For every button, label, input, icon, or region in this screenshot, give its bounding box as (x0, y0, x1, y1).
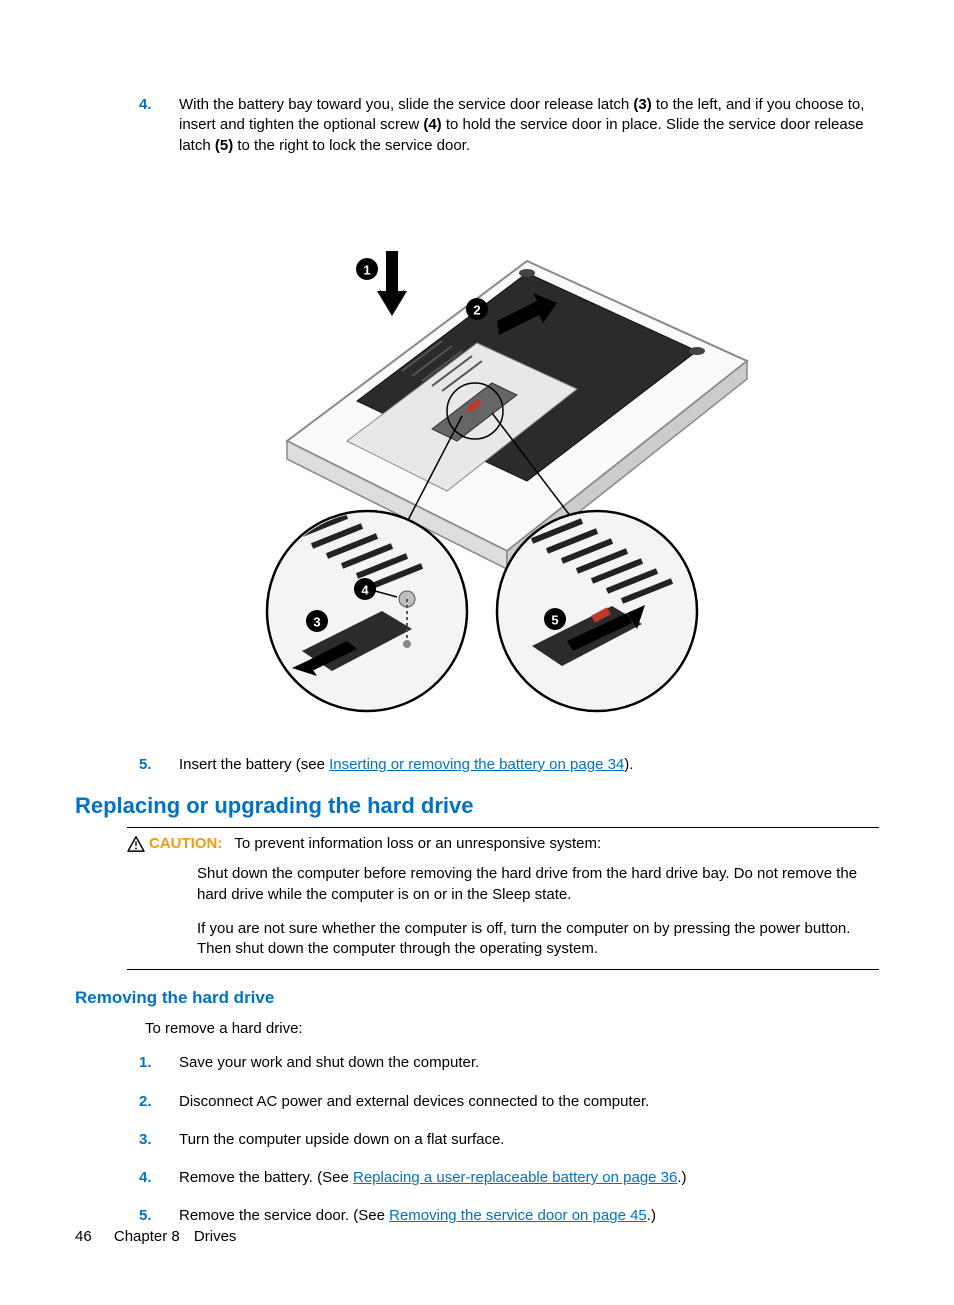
chapter-title: Drives (194, 1228, 237, 1245)
caution-label: CAUTION: (149, 835, 222, 852)
step-list-bottom: 1. Save your work and shut down the comp… (139, 1053, 879, 1226)
svg-text:2: 2 (473, 302, 480, 317)
step-5: 5. Insert the battery (see Inserting or … (139, 755, 879, 775)
step-text: Insert the battery (see Inserting or rem… (179, 755, 879, 775)
step-number: 5. (139, 755, 179, 775)
page-footer: 46 Chapter 8 Drives (75, 1228, 236, 1245)
intro-text: To remove a hard drive: (145, 1020, 879, 1037)
link-replace-battery[interactable]: Replacing a user-replaceable battery on … (353, 1169, 677, 1186)
caution-para-2: If you are not sure whether the computer… (197, 919, 879, 960)
svg-text:4: 4 (361, 582, 369, 597)
caution-block: CAUTION: To prevent information loss or a… (127, 827, 879, 970)
step-b1: 1. Save your work and shut down the comp… (139, 1053, 879, 1073)
arrow-1-icon (377, 251, 407, 316)
heading-removing-hard-drive: Removing the hard drive (75, 988, 879, 1008)
chapter-label: Chapter 8 (114, 1228, 180, 1245)
link-remove-service-door[interactable]: Removing the service door on page 45 (389, 1207, 647, 1224)
detail-circle-left: 3 4 (267, 511, 467, 711)
svg-text:3: 3 (313, 614, 320, 629)
document-page: 4. With the battery bay toward you, slid… (0, 0, 954, 1305)
heading-replacing-hard-drive: Replacing or upgrading the hard drive (75, 793, 879, 819)
step-b2: 2. Disconnect AC power and external devi… (139, 1092, 879, 1112)
step-list-top-2: 5. Insert the battery (see Inserting or … (139, 755, 879, 775)
step-number: 4. (139, 95, 179, 156)
laptop-underside-illustration: 1 2 (197, 181, 757, 721)
service-door-diagram: 1 2 (75, 181, 879, 725)
caution-lead: To prevent information loss or an unresp… (234, 835, 601, 852)
warning-icon (127, 836, 145, 852)
step-b5: 5. Remove the service door. (See Removin… (139, 1206, 879, 1226)
detail-circle-right: 5 (497, 511, 697, 711)
page-number: 46 (75, 1228, 92, 1245)
svg-text:5: 5 (551, 612, 558, 627)
step-b3: 3. Turn the computer upside down on a fl… (139, 1130, 879, 1150)
step-list-top: 4. With the battery bay toward you, slid… (139, 95, 879, 156)
svg-text:1: 1 (363, 262, 370, 277)
link-battery[interactable]: Inserting or removing the battery on pag… (329, 756, 624, 773)
step-text: With the battery bay toward you, slide t… (179, 95, 879, 156)
caution-para-1: Shut down the computer before removing t… (197, 864, 879, 905)
step-4: 4. With the battery bay toward you, slid… (139, 95, 879, 156)
step-b4: 4. Remove the battery. (See Replacing a … (139, 1168, 879, 1188)
